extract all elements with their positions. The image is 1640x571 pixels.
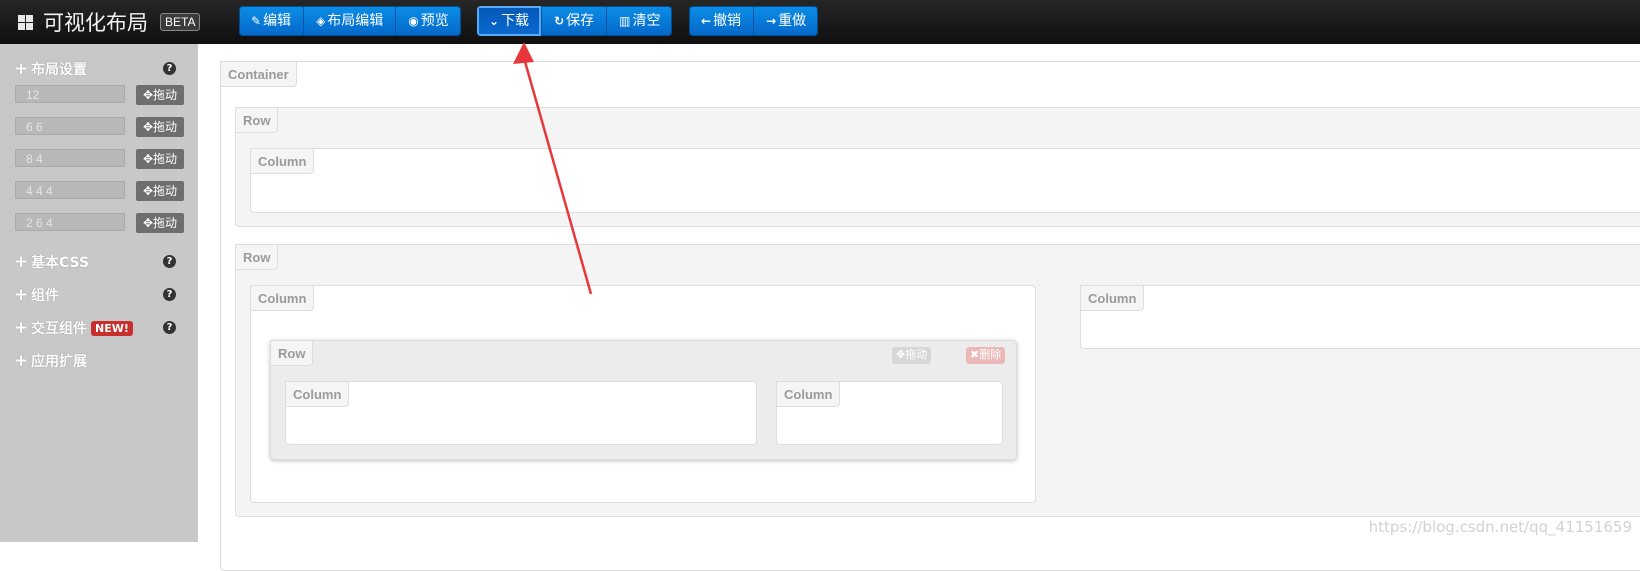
drag-label: 拖动 (153, 152, 178, 166)
share-icon: ↻ (554, 14, 565, 28)
plus-icon: + (14, 318, 29, 338)
grid-value-input[interactable]: 8 4 (15, 149, 125, 167)
sidebar-section-interactive[interactable]: + 交互组件 NEW! ? (14, 318, 184, 338)
beta-badge: BETA (160, 13, 201, 31)
preview-label: 预览 (420, 13, 449, 29)
sidebar-section-basic-css[interactable]: + 基本CSS ? (14, 252, 184, 272)
column-box[interactable]: Column (1080, 285, 1640, 349)
save-button[interactable]: ↻ 保存 (541, 6, 606, 36)
edit-button[interactable]: ✎ 编辑 (239, 6, 303, 36)
drag-handle-button[interactable]: ✥拖动 (136, 85, 184, 105)
grid-row-8-4: 8 4 ✥拖动 (15, 149, 185, 169)
row-drag-button[interactable]: ✥拖动 (892, 347, 932, 364)
undo-label: 撤销 (713, 13, 742, 29)
help-icon[interactable]: ? (163, 321, 176, 334)
column-label: Column (1080, 285, 1145, 311)
drag-handle-button[interactable]: ✥拖动 (136, 117, 184, 137)
column-label: Column (776, 381, 841, 407)
grid-value-input[interactable]: 12 (15, 85, 125, 103)
move-icon: ✥ (142, 120, 154, 134)
grid-row-6-6: 6 6 ✥拖动 (15, 117, 185, 137)
section-label: 组件 (31, 288, 59, 304)
container-label: Container (220, 61, 297, 87)
eye-slash-icon: ◈ (316, 14, 326, 28)
file-actions-group: ⌄ 下载 ↻ 保存 ▥ 清空 (477, 6, 673, 36)
plus-icon: + (14, 351, 29, 371)
history-group: ← 撤销 → 重做 (689, 6, 819, 36)
help-icon[interactable]: ? (163, 62, 176, 75)
clear-button[interactable]: ▥ 清空 (606, 6, 672, 36)
drag-label: 拖动 (153, 120, 178, 134)
sidebar: + 布局设置 ? 12 ✥拖动 6 6 ✥拖动 8 4 ✥拖动 4 4 4 ✥拖… (0, 44, 199, 542)
grid-value-input[interactable]: 4 4 4 (15, 181, 125, 199)
column-label: Column (250, 148, 315, 174)
layout-canvas[interactable]: Container Row Column Row Column Column R… (198, 44, 1640, 571)
watermark: https://blog.csdn.net/qq_41151659 (1368, 518, 1632, 536)
drag-label: 拖动 (153, 184, 178, 198)
plus-icon: + (14, 285, 29, 305)
download-label: 下载 (501, 13, 530, 29)
sidebar-section-layout-settings[interactable]: + 布局设置 ? (14, 59, 184, 79)
grid-value-input[interactable]: 2 6 4 (15, 213, 125, 231)
drag-handle-button[interactable]: ✥拖动 (136, 149, 184, 169)
column-box[interactable]: Column (776, 381, 1003, 445)
column-box[interactable]: Column (250, 148, 1640, 213)
layout-edit-button[interactable]: ◈ 布局编辑 (303, 6, 395, 36)
trash-icon: ▥ (619, 14, 631, 28)
sidebar-section-extensions[interactable]: + 应用扩展 (14, 351, 184, 371)
section-label: 布局设置 (31, 62, 87, 78)
preview-button[interactable]: ◉ 预览 (395, 6, 460, 36)
arrow-right-icon: → (766, 14, 777, 28)
edit-mode-group: ✎ 编辑 ◈ 布局编辑 ◉ 预览 (239, 6, 461, 36)
new-badge: NEW! (91, 320, 133, 336)
drag-handle-button[interactable]: ✥拖动 (136, 181, 184, 201)
move-icon: ✥ (142, 184, 154, 198)
column-label: Column (285, 381, 350, 407)
top-navbar: 可视化布局 BETA ✎ 编辑 ◈ 布局编辑 ◉ 预览 ⌄ 下载 ↻ 保存 ▥ 清空 ← 撤销… (0, 0, 1640, 45)
row-label: Row (235, 107, 279, 133)
redo-button[interactable]: → 重做 (753, 6, 818, 36)
close-icon: ✖ (970, 349, 980, 361)
section-label: 交互组件 (31, 321, 87, 337)
row-label: Row (235, 244, 279, 270)
column-label: Column (250, 285, 315, 311)
download-button[interactable]: ⌄ 下载 (477, 6, 542, 36)
eye-icon: ◉ (408, 14, 419, 28)
plus-icon: + (14, 59, 29, 79)
chevron-down-icon: ⌄ (489, 14, 500, 28)
brand[interactable]: 可视化布局 BETA (18, 9, 201, 35)
edit-label: 编辑 (263, 13, 292, 29)
move-icon: ✥ (142, 152, 154, 166)
grid-value-input[interactable]: 6 6 (15, 117, 125, 135)
drag-label: 拖动 (153, 88, 178, 102)
plus-icon: + (14, 252, 29, 272)
grid-logo-icon (18, 14, 33, 30)
column-box[interactable]: Column (285, 381, 757, 445)
sidebar-section-components[interactable]: + 组件 ? (14, 285, 184, 305)
layout-edit-label: 布局编辑 (327, 13, 384, 29)
row-label: Row (270, 340, 314, 366)
section-label: 基本CSS (31, 255, 90, 271)
move-icon: ✥ (896, 349, 906, 361)
edit-icon: ✎ (251, 14, 262, 28)
app-title: 可视化布局 (43, 11, 148, 35)
drag-handle-button[interactable]: ✥拖动 (136, 213, 184, 233)
save-label: 保存 (566, 13, 595, 29)
grid-row-2-6-4: 2 6 4 ✥拖动 (15, 213, 185, 233)
move-icon: ✥ (142, 88, 154, 102)
clear-label: 清空 (632, 13, 661, 29)
help-icon[interactable]: ? (163, 288, 176, 301)
undo-button[interactable]: ← 撤销 (689, 6, 753, 36)
redo-label: 重做 (778, 13, 807, 29)
drag-label: 拖动 (153, 216, 178, 230)
drag-label: 拖动 (905, 349, 928, 361)
delete-label: 删除 (979, 349, 1002, 361)
arrow-left-icon: ← (701, 14, 712, 28)
section-label: 应用扩展 (31, 354, 87, 370)
row-delete-button[interactable]: ✖删除 (966, 347, 1006, 364)
help-icon[interactable]: ? (163, 255, 176, 268)
grid-row-12: 12 ✥拖动 (15, 85, 185, 105)
move-icon: ✥ (142, 216, 154, 230)
grid-row-4-4-4: 4 4 4 ✥拖动 (15, 181, 185, 201)
